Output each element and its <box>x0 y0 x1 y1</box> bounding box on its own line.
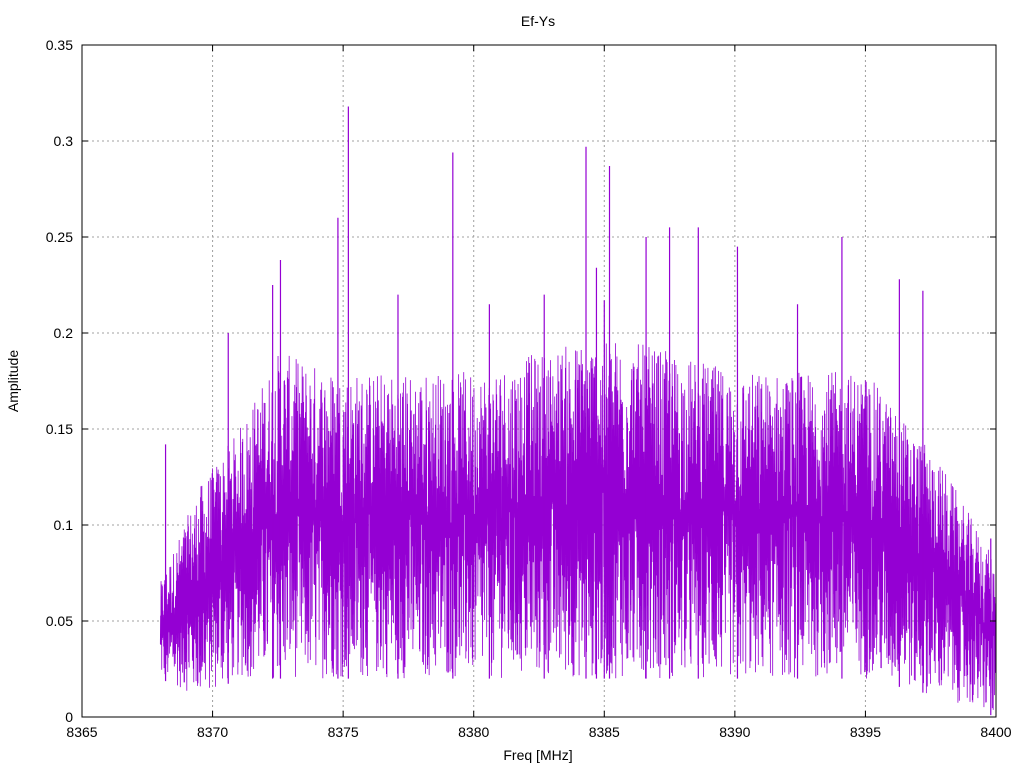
y-tick-label: 0.1 <box>54 517 74 533</box>
y-axis-label: Amplitude <box>5 350 21 412</box>
x-tick-label: 8375 <box>328 724 359 740</box>
spectrum-trace <box>159 333 997 710</box>
x-tick-label: 8400 <box>980 724 1011 740</box>
x-tick-label: 8395 <box>850 724 881 740</box>
plot-area <box>159 106 997 716</box>
y-tick-label: 0.2 <box>54 325 74 341</box>
x-axis-label: Freq [MHz] <box>503 747 572 763</box>
chart: Ef-Ys Freq [MHz] Amplitude 8365 8370 8375 8… <box>5 13 1012 763</box>
y-tick-label: 0.25 <box>46 229 73 245</box>
y-tick-label: 0.3 <box>54 133 74 149</box>
y-tick-label: 0 <box>65 709 73 725</box>
chart-title: Ef-Ys <box>521 13 555 29</box>
y-tick-label: 0.05 <box>46 613 73 629</box>
x-tick-label: 8390 <box>719 724 750 740</box>
x-tick-label: 8385 <box>589 724 620 740</box>
y-tick-label: 0.35 <box>46 37 73 53</box>
y-tick-label: 0.15 <box>46 421 73 437</box>
x-tick-label: 8370 <box>197 724 228 740</box>
x-tick-label: 8365 <box>66 724 97 740</box>
x-tick-label: 8380 <box>458 724 489 740</box>
